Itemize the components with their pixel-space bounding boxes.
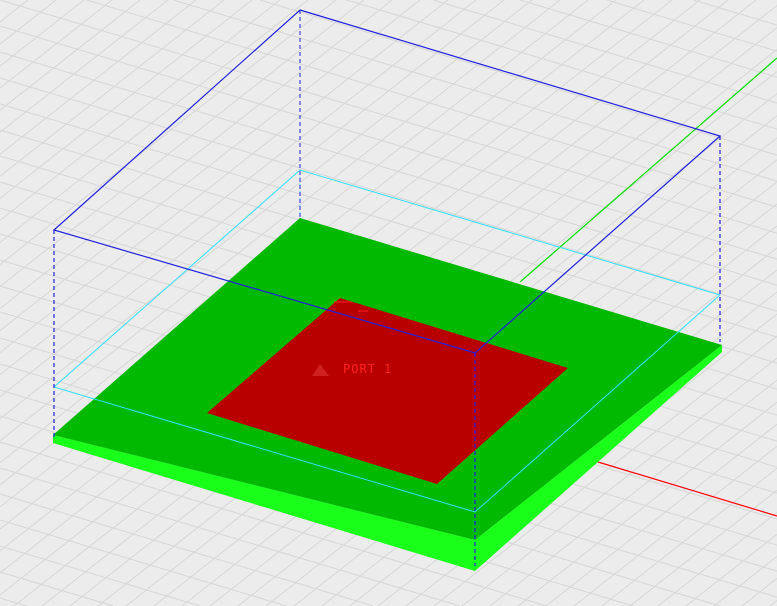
grid-line bbox=[685, 533, 777, 606]
grid-line bbox=[0, 25, 777, 260]
grid-line bbox=[519, 0, 777, 78]
grid-line bbox=[173, 0, 777, 182]
port-label: PORT 1 bbox=[343, 362, 392, 376]
scene: PORT 1 bbox=[0, 0, 777, 606]
grid-line bbox=[0, 0, 57, 45]
grid-line bbox=[0, 571, 114, 606]
grid-line bbox=[0, 0, 169, 133]
grid-line bbox=[0, 0, 141, 111]
grid-line bbox=[0, 0, 85, 67]
grid-line bbox=[769, 600, 777, 606]
grid-line bbox=[0, 0, 309, 243]
grid-line bbox=[693, 0, 777, 26]
grid-line bbox=[86, 0, 777, 208]
grid-line bbox=[0, 0, 197, 155]
grid-line bbox=[741, 578, 777, 606]
grid-line bbox=[0, 0, 29, 23]
grid-line bbox=[573, 445, 777, 606]
grid-line bbox=[0, 519, 287, 606]
grid-line bbox=[0, 0, 337, 265]
grid-line bbox=[0, 545, 201, 606]
grid-line bbox=[0, 0, 777, 234]
3d-viewport[interactable]: PORT 1 bbox=[0, 0, 777, 606]
grid-line bbox=[0, 0, 113, 89]
grid-line bbox=[259, 0, 777, 156]
